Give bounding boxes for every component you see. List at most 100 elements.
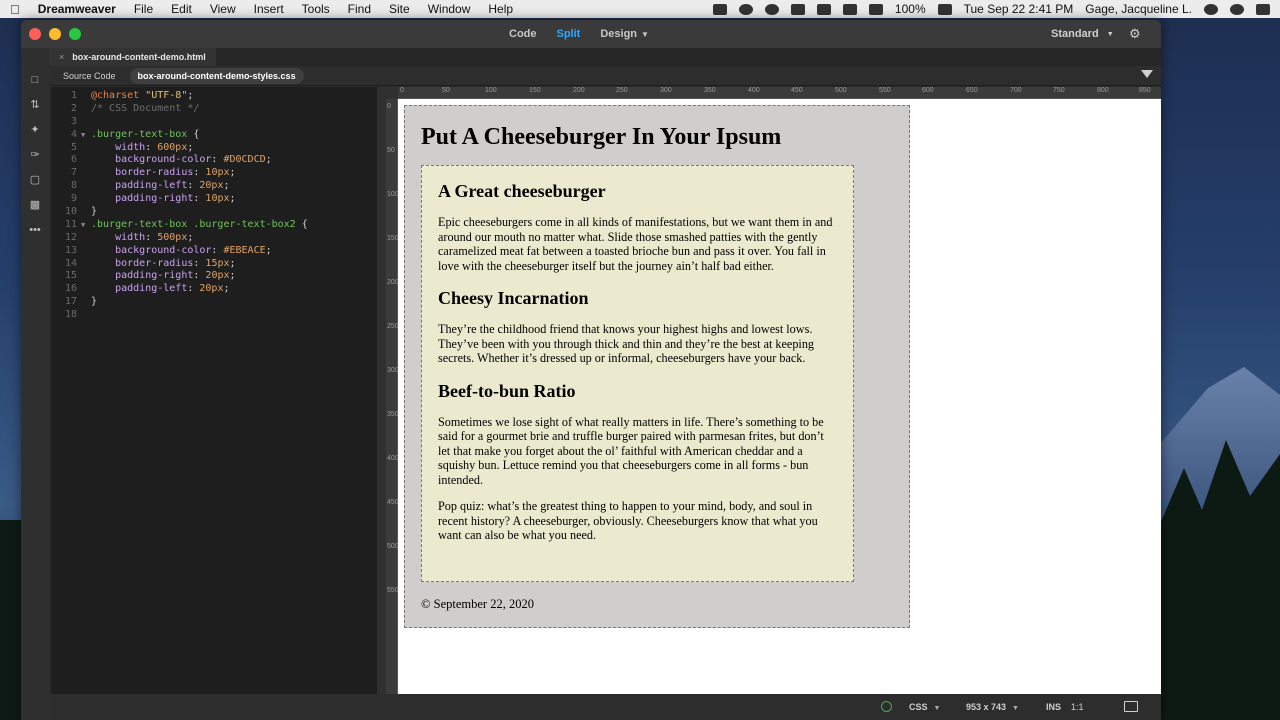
ruler-tick: 350	[704, 87, 716, 94]
menu-help[interactable]: Help	[488, 2, 513, 16]
line-number: 11	[64, 218, 77, 230]
battery-percent[interactable]: 100%	[895, 2, 926, 16]
live-view-pane[interactable]: Put A Cheeseburger In Your Ipsum A Great…	[398, 99, 1161, 694]
ruler-tick: 200	[387, 279, 399, 286]
user-name[interactable]: Gage, Jacqueline L.	[1085, 2, 1192, 16]
more-icon[interactable]: •••	[29, 224, 42, 236]
code-editor[interactable]: 1 @charset "UTF-8"; 2 /* CSS Document */ 3…	[51, 87, 377, 694]
ruler-tick: 0	[387, 103, 391, 110]
brush-icon[interactable]: ✑	[29, 149, 42, 161]
menu-tools[interactable]: Tools	[302, 2, 330, 16]
real-time-preview-icon[interactable]	[1124, 701, 1138, 712]
split-view-button[interactable]: Split	[557, 28, 581, 40]
ruler-tick: 300	[660, 87, 672, 94]
clock[interactable]: Tue Sep 22 2:41 PM	[964, 2, 1074, 16]
section-paragraph: They’re the childhood friend that knows …	[438, 322, 815, 365]
document-type-select[interactable]: CSS ▼	[909, 702, 940, 712]
code-text: /* CSS Document */	[91, 102, 200, 114]
chevron-down-icon: ▼	[933, 705, 941, 712]
window-size-select[interactable]: 953 x 743 ▼	[966, 702, 1019, 712]
file-management-icon[interactable]: □	[29, 74, 42, 86]
code-text: padding-right: 10px;	[115, 193, 236, 205]
wifi-icon[interactable]	[816, 3, 831, 15]
shield-icon[interactable]	[790, 3, 805, 15]
comment-icon[interactable]: ▢	[29, 174, 42, 186]
page-title: Put A Cheeseburger In Your Ipsum	[421, 124, 782, 150]
line-number: 15	[64, 270, 77, 282]
bluetooth-icon[interactable]	[868, 3, 883, 15]
format-source-icon[interactable]: ▩	[29, 199, 42, 211]
line-number: 5	[70, 141, 77, 153]
code-text: }	[91, 206, 98, 218]
menu-site[interactable]: Site	[389, 2, 410, 16]
siri-icon[interactable]	[1230, 3, 1244, 15]
ruler-tick: 550	[387, 587, 399, 594]
close-window-button[interactable]	[29, 28, 41, 40]
design-view-label: Design	[600, 28, 638, 40]
camera-icon[interactable]	[712, 3, 727, 15]
document-tab-label: box-around-content-demo.html	[72, 52, 206, 62]
menu-app-name[interactable]: Dreamweaver	[38, 2, 116, 16]
window-size-label: 953 x 743	[966, 702, 1007, 712]
line-number: 13	[64, 244, 77, 256]
horizontal-ruler: 0 50 100 150 200 250 300 350 400 450 500…	[398, 87, 1161, 99]
code-text: width: 500px;	[115, 231, 194, 243]
code-line: 18	[51, 309, 377, 322]
code-view-button[interactable]: Code	[509, 28, 537, 40]
code-line: 13 background-color: #EBEACE;	[51, 245, 377, 258]
ruler-tick: 500	[835, 87, 847, 94]
window-controls	[29, 28, 81, 40]
related-css-tab[interactable]: box-around-content-demo-styles.css	[129, 67, 304, 84]
fold-toggle-icon[interactable]: ▼	[81, 129, 91, 142]
gear-icon[interactable]: ⚙	[1129, 26, 1141, 42]
dreamweaver-window: Code Split Design ▼ Standard ▼ ⚙ × box-ar…	[21, 20, 1161, 720]
burger-text-box[interactable]: Put A Cheeseburger In Your Ipsum A Great…	[404, 105, 910, 628]
line-number: 18	[64, 309, 77, 321]
ruler-tick: 750	[1053, 87, 1065, 94]
design-view-button[interactable]: Design ▼	[600, 28, 649, 40]
section-paragraph: Pop quiz: what’s the greatest thing to h…	[438, 499, 818, 542]
burger-text-box2[interactable]: A Great cheeseburger Epic cheeseburgers …	[421, 165, 854, 582]
fold-toggle-icon[interactable]: ▼	[81, 219, 91, 232]
zoom-window-button[interactable]	[69, 28, 81, 40]
code-line: 4 ▼ .burger-text-box {	[51, 129, 377, 142]
code-text: padding-left: 20px;	[115, 180, 230, 192]
menu-insert[interactable]: Insert	[254, 2, 284, 16]
ruler-tick: 100	[387, 191, 399, 198]
close-icon[interactable]: ×	[59, 52, 64, 62]
source-code-tab[interactable]: Source Code	[55, 68, 124, 84]
workspace-switcher[interactable]: Standard ▼	[1051, 20, 1114, 48]
ruler-tick: 400	[387, 455, 399, 462]
document-tab[interactable]: × box-around-content-demo.html	[49, 48, 216, 66]
document-type-label: CSS	[909, 702, 928, 712]
creative-cloud-icon[interactable]	[738, 3, 753, 15]
filter-icon[interactable]	[1141, 70, 1153, 78]
ruler-tick: 100	[485, 87, 497, 94]
menu-view[interactable]: View	[210, 2, 236, 16]
search-icon[interactable]	[1204, 3, 1218, 15]
insert-mode[interactable]: INS	[1046, 702, 1061, 712]
ruler-tick: 450	[791, 87, 803, 94]
notification-center-icon[interactable]	[1256, 3, 1270, 15]
view-switcher: Code Split Design ▼	[509, 20, 649, 48]
line-number: 4	[70, 128, 77, 140]
sort-icon[interactable]: ⇅	[29, 99, 42, 111]
code-line: 2 /* CSS Document */	[51, 103, 377, 116]
menu-window[interactable]: Window	[428, 2, 471, 16]
menu-file[interactable]: File	[134, 2, 153, 16]
menu-edit[interactable]: Edit	[171, 2, 192, 16]
no-errors-icon[interactable]	[881, 701, 892, 712]
ruler-tick: 200	[573, 87, 585, 94]
menu-find[interactable]: Find	[348, 2, 371, 16]
volume-icon[interactable]	[842, 3, 857, 15]
minimize-window-button[interactable]	[49, 28, 61, 40]
globe-icon[interactable]	[764, 3, 779, 15]
line-number: 2	[70, 102, 77, 114]
expand-icon[interactable]: ✦	[29, 124, 42, 136]
apple-icon[interactable]: 	[10, 2, 20, 17]
battery-icon[interactable]	[937, 3, 952, 15]
